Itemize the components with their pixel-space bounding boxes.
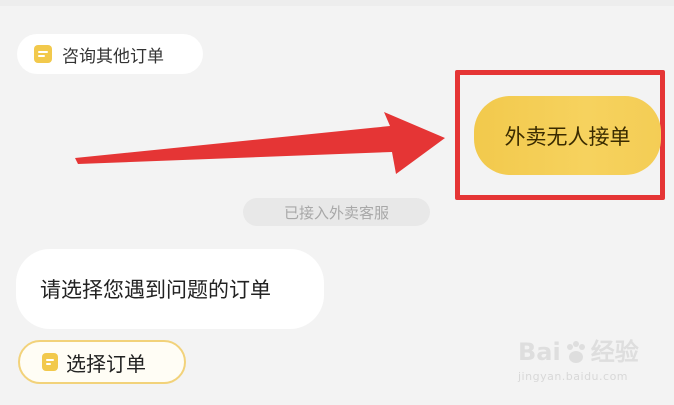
no-rider-accepted-button[interactable]: 外卖无人接单 (474, 96, 661, 175)
watermark-logo: Bai 经验 (518, 338, 639, 366)
select-order-button[interactable]: 选择订单 (18, 340, 186, 384)
agent-message-bubble: 请选择您遇到问题的订单 (16, 249, 324, 329)
agent-message-text: 请选择您遇到问题的订单 (40, 278, 271, 302)
document-icon (42, 353, 58, 371)
paw-icon (566, 341, 585, 363)
watermark-url: jingyan.baidu.com (518, 370, 629, 383)
consult-other-orders-button[interactable]: 咨询其他订单 (17, 34, 203, 74)
document-icon (34, 45, 52, 63)
red-arrow-annotation (75, 112, 445, 174)
system-notice-badge: 已接入外卖客服 (243, 198, 430, 226)
baidu-watermark: Bai 经验 jingyan.baidu.com (518, 326, 668, 386)
select-order-label: 选择订单 (66, 351, 146, 376)
consult-other-orders-label: 咨询其他订单 (62, 46, 164, 67)
top-bar (0, 0, 674, 6)
